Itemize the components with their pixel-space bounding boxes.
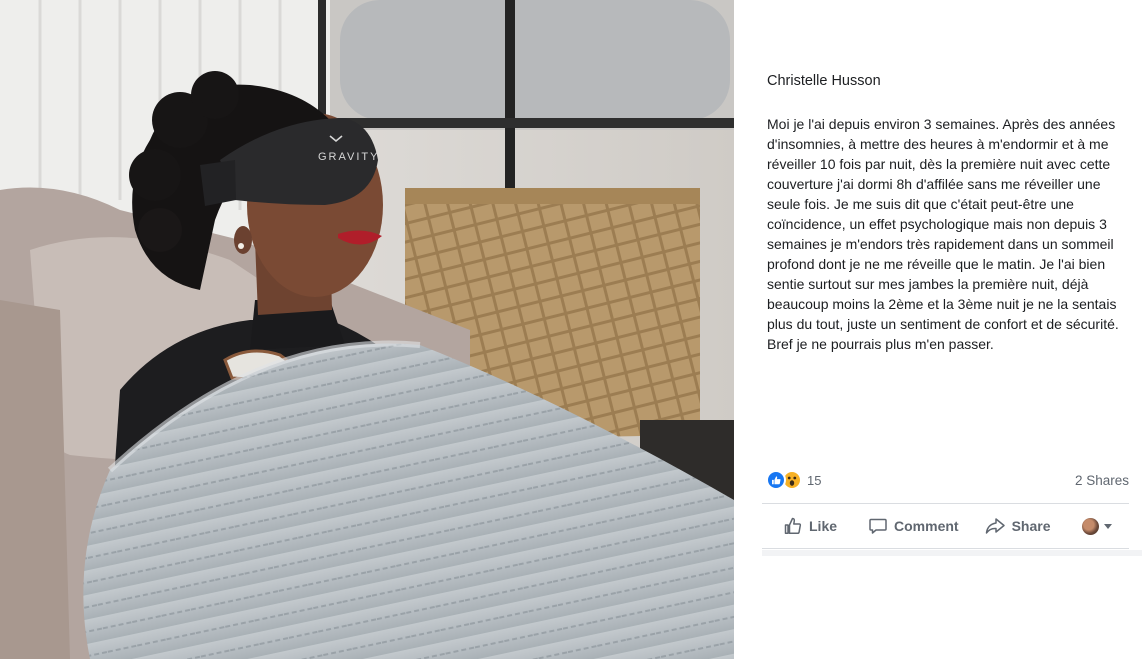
post-photo[interactable]: GRAVITY (0, 0, 734, 659)
like-reaction-icon (766, 470, 786, 490)
like-button[interactable]: Like (783, 516, 837, 536)
divider (762, 548, 1129, 549)
post-author-name[interactable]: Christelle Husson (767, 73, 881, 89)
post-details-panel: Christelle Husson Moi je l'ai depuis env… (734, 0, 1142, 659)
post-text: Moi je l'ai depuis environ 3 semaines. A… (767, 116, 1119, 352)
comment-label: Comment (894, 518, 959, 534)
comments-area-edge (762, 550, 1142, 556)
like-label: Like (809, 518, 838, 534)
comment-button[interactable]: Comment (868, 516, 959, 536)
reaction-count: 15 (807, 472, 822, 488)
share-button[interactable]: Share (984, 516, 1051, 536)
thumbs-up-icon (784, 517, 802, 535)
share-label: Share (1011, 518, 1051, 534)
divider (762, 503, 1129, 504)
post-action-bar: Like Comment Share (762, 506, 1142, 546)
shares-count[interactable]: 2 Shares (1075, 473, 1129, 488)
share-arrow-icon (985, 518, 1005, 534)
facebook-photo-post: GRAVITY Christelle Husson Moi je l'ai de… (0, 0, 1142, 659)
reactions-summary[interactable]: 15 (766, 468, 821, 492)
chevron-down-icon (1103, 523, 1112, 529)
share-as-profile-selector[interactable] (1081, 517, 1112, 535)
photo-illustration: GRAVITY (0, 0, 734, 659)
svg-text:GRAVITY: GRAVITY (318, 151, 379, 163)
comment-bubble-icon (869, 518, 887, 534)
avatar-icon (1081, 517, 1099, 535)
